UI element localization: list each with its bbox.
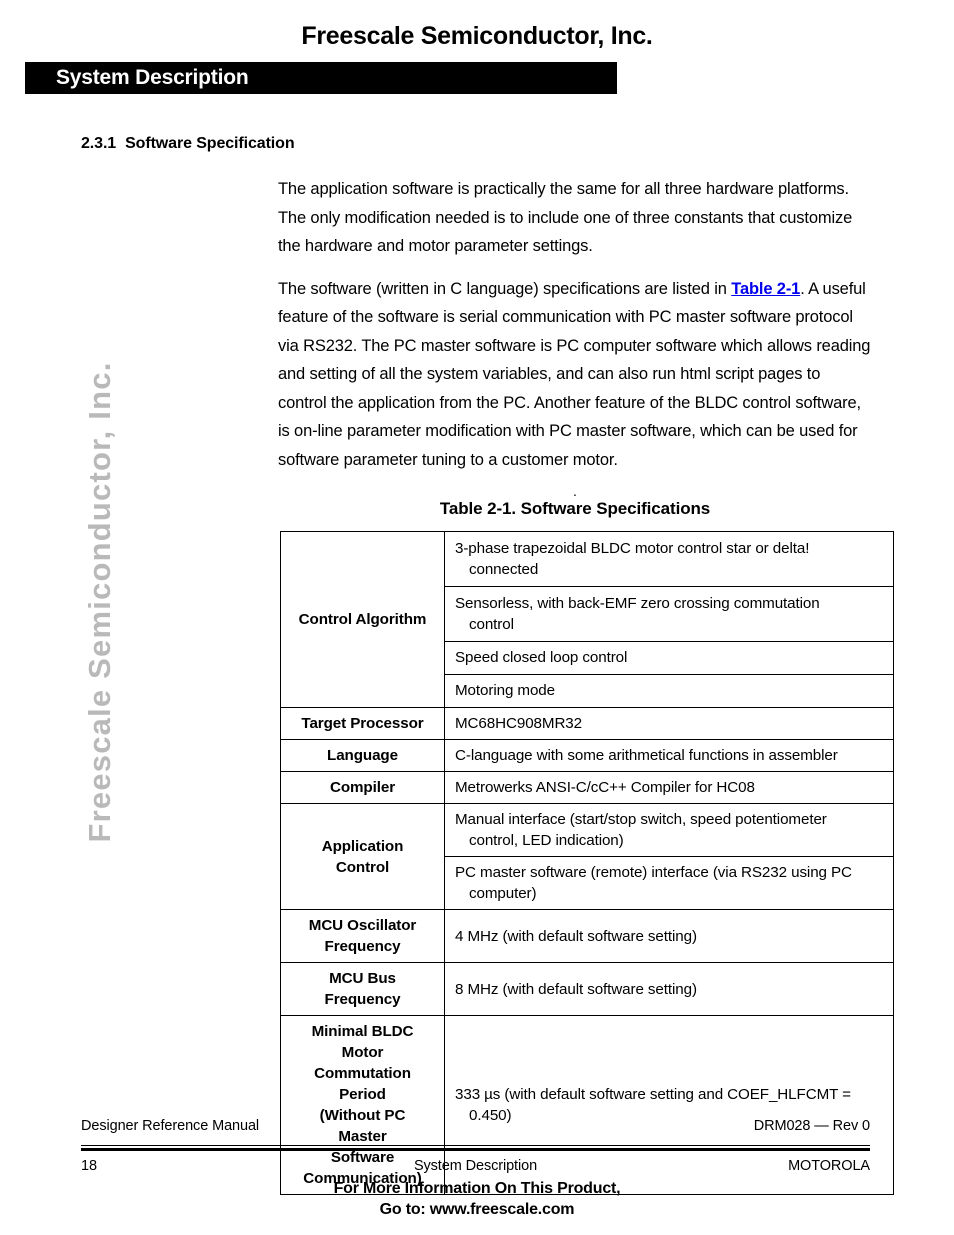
- vertical-watermark: Freescale Semiconductor, Inc.: [82, 302, 118, 902]
- paragraph-2-text-after: . A useful feature of the software is se…: [278, 280, 870, 469]
- table-cell-value: Metrowerks ANSI-C/cC++ Compiler for HC08: [445, 772, 894, 804]
- table-cell-value: Motoring mode: [445, 674, 894, 707]
- table-cell-key: Application Control: [281, 804, 445, 910]
- key-line-1: MCU Bus: [285, 968, 440, 989]
- table-row: MCU Oscillator Frequency 4 MHz (with def…: [281, 910, 894, 963]
- caption-stray-dot: .: [573, 487, 577, 495]
- table-row: Language C-language with some arithmetic…: [281, 740, 894, 772]
- table-cell-value: MC68HC908MR32: [445, 708, 894, 740]
- page-header-title: Freescale Semiconductor, Inc.: [0, 22, 954, 51]
- value-line-2: connected: [455, 559, 887, 580]
- table-cell-value: Sensorless, with back-EMF zero crossing …: [445, 586, 894, 641]
- table-cell-value: 8 MHz (with default software setting): [445, 963, 894, 1016]
- table-row: Compiler Metrowerks ANSI-C/cC++ Compiler…: [281, 772, 894, 804]
- table-row: Control Algorithm 3-phase trapezoidal BL…: [281, 532, 894, 587]
- chapter-banner-label: System Description: [56, 64, 248, 92]
- paragraph-1: The application software is practically …: [278, 175, 872, 261]
- table-2-1-crossref-link[interactable]: Table 2-1: [731, 280, 800, 298]
- table-cell-key: Language: [281, 740, 445, 772]
- value-line-1: 3-phase trapezoidal BLDC motor control s…: [455, 538, 887, 559]
- table-row: Application Control Manual interface (st…: [281, 804, 894, 857]
- key-line-3: Commutation: [285, 1063, 440, 1084]
- footer-rule-thick: [81, 1148, 870, 1151]
- value-line-1: C-language with some arithmetical functi…: [455, 745, 887, 766]
- footer-promo-line-2: Go to: www.freescale.com: [0, 1199, 954, 1220]
- key-line-2: Control: [285, 857, 440, 878]
- body-text-column: The application software is practically …: [278, 175, 872, 488]
- footer-rule-thin: [81, 1145, 870, 1146]
- section-number: 2.3.1: [81, 135, 116, 152]
- footer-company: MOTOROLA: [788, 1158, 870, 1174]
- document-page: Freescale Semiconductor, Inc. Freescale …: [0, 0, 954, 1235]
- section-heading: 2.3.1 Software Specification: [81, 135, 295, 153]
- footer-chapter-name: System Description: [81, 1158, 870, 1174]
- value-line-1: PC master software (remote) interface (v…: [455, 862, 887, 883]
- value-line-1: MC68HC908MR32: [455, 713, 887, 734]
- value-line-1: Speed closed loop control: [455, 647, 887, 668]
- footer-promo-line-1: For More Information On This Product,: [0, 1178, 954, 1199]
- value-line-1: 8 MHz (with default software setting): [455, 979, 887, 1000]
- key-line-2: Frequency: [285, 936, 440, 957]
- value-line-1: Manual interface (start/stop switch, spe…: [455, 809, 887, 830]
- value-line-2: control, LED indication): [455, 830, 887, 851]
- key-line-5: (Without PC: [285, 1105, 440, 1126]
- footer-promo: For More Information On This Product, Go…: [0, 1178, 954, 1220]
- table-cell-value: Speed closed loop control: [445, 641, 894, 674]
- key-line-6: Master: [285, 1126, 440, 1147]
- value-line-2: control: [455, 614, 887, 635]
- footer-document-rev: DRM028 — Rev 0: [754, 1118, 870, 1134]
- value-line-1: 4 MHz (with default software setting): [455, 926, 887, 947]
- table-cell-key: Target Processor: [281, 708, 445, 740]
- value-line-1: Motoring mode: [455, 680, 887, 701]
- key-line-4: Period: [285, 1084, 440, 1105]
- value-line-1: Metrowerks ANSI-C/cC++ Compiler for HC08: [455, 777, 887, 798]
- table-cell-value: C-language with some arithmetical functi…: [445, 740, 894, 772]
- section-title: Software Specification: [125, 135, 294, 152]
- value-line-2: computer): [455, 883, 887, 904]
- value-line-1: 333 µs (with default software setting an…: [455, 1084, 887, 1105]
- table-cell-key: MCU Oscillator Frequency: [281, 910, 445, 963]
- table-cell-value: 4 MHz (with default software setting): [445, 910, 894, 963]
- table-cell-key: Compiler: [281, 772, 445, 804]
- table-row: Target Processor MC68HC908MR32: [281, 708, 894, 740]
- table-cell-value: Manual interface (start/stop switch, spe…: [445, 804, 894, 857]
- table-cell-key: MCU Bus Frequency: [281, 963, 445, 1016]
- paragraph-2-text-before: The software (written in C language) spe…: [278, 280, 731, 298]
- table-caption: Table 2-1. Software Specifications: [278, 499, 872, 519]
- table-row: MCU Bus Frequency 8 MHz (with default so…: [281, 963, 894, 1016]
- footer-manual-name: Designer Reference Manual: [81, 1118, 259, 1134]
- footer-bottom-row: 18 System Description MOTOROLA: [81, 1158, 870, 1180]
- key-line-1: Application: [285, 836, 440, 857]
- value-line-1: Sensorless, with back-EMF zero crossing …: [455, 593, 887, 614]
- table-cell-value: 3-phase trapezoidal BLDC motor control s…: [445, 532, 894, 587]
- paragraph-2: The software (written in C language) spe…: [278, 275, 872, 475]
- key-line-1: Minimal BLDC: [285, 1021, 440, 1042]
- key-line-2: Frequency: [285, 989, 440, 1010]
- table-cell-value: PC master software (remote) interface (v…: [445, 857, 894, 910]
- table-cell-key: Control Algorithm: [281, 532, 445, 708]
- key-line-2: Motor: [285, 1042, 440, 1063]
- software-specifications-table: Control Algorithm 3-phase trapezoidal BL…: [280, 531, 894, 1195]
- key-line-1: MCU Oscillator: [285, 915, 440, 936]
